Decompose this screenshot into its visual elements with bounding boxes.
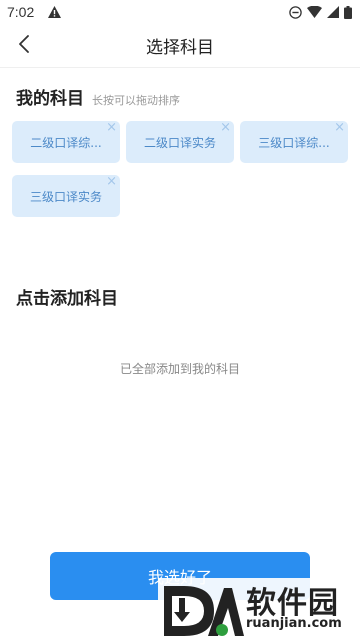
remove-icon[interactable]: × bbox=[106, 175, 117, 188]
my-subjects-head: 我的科目 长按可以拖动排序 bbox=[16, 84, 180, 109]
watermark-url: ruanjian.com bbox=[246, 616, 342, 631]
subject-chip-label: 三级口译实务 bbox=[29, 189, 102, 204]
signal-icon bbox=[327, 6, 339, 18]
status-bar: 7:02 bbox=[0, 0, 360, 24]
add-subjects-head: 点击添加科目 bbox=[16, 284, 118, 309]
chevron-left-icon bbox=[18, 35, 30, 57]
remove-icon[interactable]: × bbox=[220, 121, 231, 134]
status-time: 7:02 bbox=[7, 4, 35, 20]
remove-icon[interactable]: × bbox=[106, 121, 117, 134]
subject-chip-label: 二级口译综... bbox=[30, 135, 102, 150]
add-subjects-title: 点击添加科目 bbox=[16, 289, 118, 309]
remove-icon[interactable]: × bbox=[334, 121, 345, 134]
subject-chip-label: 二级口译实务 bbox=[143, 135, 216, 150]
status-icons bbox=[289, 5, 352, 19]
warning-triangle-icon bbox=[48, 6, 62, 18]
subject-chip[interactable]: 二级口译实务 × bbox=[126, 121, 234, 163]
my-subjects-title: 我的科目 bbox=[16, 89, 84, 109]
drag-sort-hint: 长按可以拖动排序 bbox=[92, 94, 180, 107]
watermark: 软件园 ruanjian.com bbox=[158, 578, 360, 640]
wifi-icon bbox=[307, 6, 322, 18]
subject-chip[interactable]: 三级口译综... × bbox=[240, 121, 348, 163]
battery-icon bbox=[344, 5, 352, 19]
subject-chip-label: 三级口译综... bbox=[258, 135, 330, 150]
app-header: 选择科目 bbox=[0, 24, 360, 68]
back-button[interactable] bbox=[10, 32, 38, 60]
download-logo-icon bbox=[162, 584, 244, 640]
do-not-disturb-icon bbox=[289, 5, 302, 19]
empty-state-text: 已全部添加到我的科目 bbox=[119, 362, 240, 376]
page-title: 选择科目 bbox=[146, 38, 214, 58]
subject-chip[interactable]: 二级口译综... × bbox=[12, 121, 120, 163]
subject-chip[interactable]: 三级口译实务 × bbox=[12, 175, 120, 217]
